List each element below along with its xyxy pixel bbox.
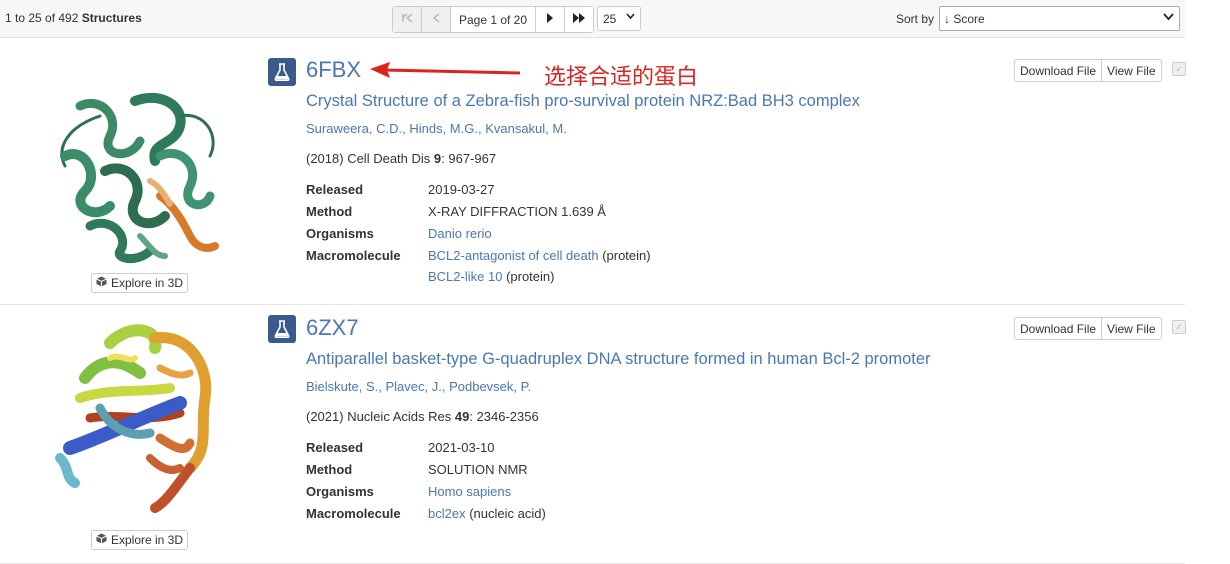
last-page-button[interactable] <box>565 7 593 32</box>
annotation-arrow <box>368 60 523 85</box>
citation-pages: : 2346-2356 <box>469 409 539 424</box>
flask-icon <box>268 315 296 343</box>
results-count: 1 to 25 of 492 Structures <box>5 11 142 25</box>
cube-icon <box>96 276 107 290</box>
citation-volume: 49 <box>454 409 470 424</box>
author-link[interactable]: Bielskute, S. <box>306 379 378 394</box>
released-label: Released <box>306 440 364 455</box>
citation-journal: (2021) Nucleic Acids Res <box>306 409 452 424</box>
prev-page-icon <box>432 13 440 26</box>
macromolecule-link[interactable]: BCL2-antagonist of cell death <box>428 248 599 263</box>
file-buttons: Download File View File <box>1014 59 1162 82</box>
author-list: Suraweera, C.D., Hinds, M.G., Kvansakul,… <box>306 121 567 136</box>
per-page-value: 25 <box>603 12 617 26</box>
result-entry: Explore in 3D 6ZX7 Antiparallel basket-t… <box>0 305 1186 564</box>
view-file-button[interactable]: View File <box>1102 318 1160 339</box>
first-page-button[interactable] <box>393 7 422 32</box>
sort-value: ↓ Score <box>944 12 985 26</box>
explore-3d-button[interactable]: Explore in 3D <box>91 273 188 293</box>
author-link[interactable]: Suraweera, C.D. <box>306 121 402 136</box>
structure-title-link[interactable]: Crystal Structure of a Zebra-fish pro-su… <box>306 92 860 111</box>
organisms-label: Organisms <box>306 226 374 241</box>
chevron-down-icon <box>1163 11 1174 25</box>
pagination: Page 1 of 20 <box>392 6 594 33</box>
macromolecule-type: (protein) <box>506 269 555 284</box>
next-page-icon <box>546 13 554 26</box>
macromolecule-type: (protein) <box>602 248 651 263</box>
author-link[interactable]: Kvansakul, M. <box>485 121 567 136</box>
explore-3d-label: Explore in 3D <box>110 533 184 547</box>
first-page-icon <box>401 13 413 26</box>
select-checkbox[interactable]: ✓ <box>1172 320 1186 334</box>
explore-3d-label: Explore in 3D <box>110 276 184 290</box>
download-file-button[interactable]: Download File <box>1015 318 1103 339</box>
results-toolbar: 1 to 25 of 492 Structures Page 1 of 20 2… <box>0 0 1185 38</box>
sort-select[interactable]: ↓ Score <box>939 6 1180 31</box>
method-value: SOLUTION NMR <box>428 462 528 477</box>
macromolecule-item: BCL2-like 10 (protein) <box>428 269 554 284</box>
author-list: Bielskute, S., Plavec, J., Podbevsek, P. <box>306 379 532 394</box>
flask-icon <box>268 58 296 86</box>
organisms-label: Organisms <box>306 484 374 499</box>
author-link[interactable]: Podbevsek, P. <box>449 379 531 394</box>
last-page-icon <box>572 13 586 26</box>
macromolecule-type: (nucleic acid) <box>469 506 546 521</box>
macromolecule-label: Macromolecule <box>306 506 401 521</box>
annotation-text: 选择合适的蛋白 <box>544 65 699 90</box>
cube-icon <box>96 533 107 547</box>
structure-title-link[interactable]: Antiparallel basket-type G-quadruplex DN… <box>306 350 931 369</box>
page-indicator: Page 1 of 20 <box>451 7 536 32</box>
released-value: 2019-03-27 <box>428 182 495 197</box>
author-link[interactable]: Hinds, M.G. <box>409 121 478 136</box>
released-value: 2021-03-10 <box>428 440 495 455</box>
prev-page-button[interactable] <box>422 7 451 32</box>
explore-3d-button[interactable]: Explore in 3D <box>91 530 188 550</box>
structure-id-link[interactable]: 6FBX <box>306 57 361 83</box>
macromolecule-item: bcl2ex (nucleic acid) <box>428 506 546 521</box>
results-count-label: Structures <box>81 11 142 25</box>
method-label: Method <box>306 204 353 219</box>
structure-image[interactable] <box>40 318 230 513</box>
macromolecule-link[interactable]: bcl2ex <box>428 506 466 521</box>
structure-id-link[interactable]: 6ZX7 <box>306 315 359 341</box>
citation-pages: : 967-967 <box>441 151 497 166</box>
download-file-button[interactable]: Download File <box>1015 60 1103 81</box>
per-page-select[interactable]: 25 <box>597 6 641 31</box>
released-label: Released <box>306 182 364 197</box>
next-page-button[interactable] <box>536 7 565 32</box>
chevron-down-icon <box>626 12 635 24</box>
file-buttons: Download File View File <box>1014 317 1162 340</box>
citation-journal: (2018) Cell Death Dis <box>306 151 431 166</box>
view-file-button[interactable]: View File <box>1102 60 1160 81</box>
author-link[interactable]: Plavec, J. <box>386 379 442 394</box>
citation: (2018) Cell Death Dis 9: 967-967 <box>306 151 496 166</box>
macromolecule-label: Macromolecule <box>306 248 401 263</box>
results-count-range: 1 to 25 of 492 <box>5 11 79 25</box>
method-value: X-RAY DIFFRACTION 1.639 Å <box>428 204 606 219</box>
citation: (2021) Nucleic Acids Res 49: 2346-2356 <box>306 409 539 424</box>
organism-link[interactable]: Danio rerio <box>428 226 492 241</box>
method-label: Method <box>306 462 353 477</box>
organism-link[interactable]: Homo sapiens <box>428 484 511 499</box>
macromolecule-link[interactable]: BCL2-like 10 <box>428 269 502 284</box>
select-checkbox[interactable]: ✓ <box>1172 62 1186 76</box>
macromolecule-item: BCL2-antagonist of cell death (protein) <box>428 248 651 263</box>
sort-label: Sort by <box>896 12 935 26</box>
structure-image[interactable] <box>40 86 230 266</box>
